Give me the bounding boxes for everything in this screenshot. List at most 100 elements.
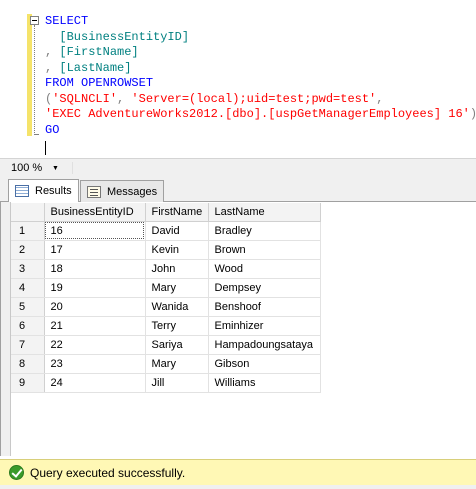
chevron-down-icon[interactable]: ▼ [52, 165, 59, 172]
row-number-cell[interactable]: 3 [11, 259, 45, 279]
column-header-firstname[interactable]: FirstName [145, 203, 209, 222]
grid-cell[interactable]: Bradley [208, 221, 321, 241]
row-number-cell[interactable]: 5 [11, 297, 45, 317]
row-number-cell[interactable]: 6 [11, 316, 45, 336]
grid-cell[interactable]: Sariya [145, 335, 209, 355]
grid-cell[interactable]: 16 [44, 221, 146, 241]
sql-editor[interactable]: SELECT [BusinessEntityID], [FirstName], … [0, 0, 476, 158]
table-row[interactable]: 9 24 Jill Williams [11, 373, 321, 393]
tab-messages-label: Messages [107, 185, 158, 198]
code-token: SELECT [45, 14, 89, 28]
grid-cell[interactable]: Terry [145, 316, 209, 336]
grid-cell[interactable]: Mary [145, 278, 209, 298]
code-line: , [FirstName] [45, 45, 476, 61]
code-token: , [45, 45, 60, 59]
code-line: FROM OPENROWSET [45, 76, 476, 92]
code-token: 'SQLNCLI' [52, 91, 118, 106]
grid-cell[interactable]: Hampadoungsataya [208, 335, 321, 355]
row-number-cell[interactable]: 2 [11, 240, 45, 260]
grid-cell[interactable]: Dempsey [208, 278, 321, 298]
grid-cell[interactable]: 17 [44, 240, 146, 260]
grid-cell[interactable]: 18 [44, 259, 146, 279]
grid-cell[interactable]: David [145, 221, 209, 241]
editor-margin [0, 0, 27, 158]
row-number-cell[interactable]: 1 [11, 221, 45, 241]
grid-cell[interactable]: Wanida [145, 297, 209, 317]
code-token: , [376, 91, 384, 106]
grid-cell[interactable]: 21 [44, 316, 146, 336]
code-token: [FirstName] [59, 45, 139, 59]
table-row[interactable]: 6 21 Terry Eminhizer [11, 316, 321, 336]
messages-icon [87, 185, 101, 198]
code-line: ('SQLNCLI', 'Server=(local);uid=test;pwd… [45, 92, 476, 108]
results-grid-area[interactable]: BusinessEntityID FirstName LastName 1 16 D… [0, 202, 476, 456]
zoom-bar: 100 % ▼ [0, 158, 476, 176]
horizontal-scrollbar[interactable] [72, 162, 476, 174]
tab-messages[interactable]: Messages [80, 180, 165, 202]
code-token: [BusinessEntityID] [45, 29, 190, 44]
code-token: GO [45, 122, 60, 137]
code-token: [LastName] [59, 60, 132, 75]
table-row[interactable]: 4 19 Mary Dempsey [11, 278, 321, 298]
table-row[interactable]: 3 18 John Wood [11, 259, 321, 279]
column-header-businessentityid[interactable]: BusinessEntityID [44, 203, 146, 222]
results-tabstrip: Results Messages [0, 176, 476, 202]
code-token: , [45, 60, 60, 75]
results-grid[interactable]: BusinessEntityID FirstName LastName 1 16 D… [11, 203, 321, 393]
code-line: [BusinessEntityID] [45, 30, 476, 46]
code-line: 'EXEC AdventureWorks2012.[dbo].[uspGetMa… [45, 107, 476, 123]
bottom-edge [0, 485, 476, 489]
outline-line [34, 25, 35, 135]
grid-cell[interactable]: Benshoof [208, 297, 321, 317]
code-token: , [117, 91, 132, 106]
grid-cell[interactable]: Williams [208, 373, 321, 393]
status-bar: Query executed successfully. [0, 459, 476, 485]
table-row[interactable]: 5 20 Wanida Benshoof [11, 297, 321, 317]
code-token: ); [470, 107, 476, 121]
code-line: GO [45, 123, 476, 139]
row-number-header[interactable] [11, 203, 45, 222]
status-message: Query executed successfully. [30, 465, 186, 480]
sql-code[interactable]: SELECT [BusinessEntityID], [FirstName], … [45, 14, 476, 138]
row-number-cell[interactable]: 9 [11, 373, 45, 393]
row-number-cell[interactable]: 8 [11, 354, 45, 374]
table-row[interactable]: 8 23 Mary Gibson [11, 354, 321, 374]
grid-cell[interactable]: 23 [44, 354, 146, 374]
grid-cell[interactable]: Brown [208, 240, 321, 260]
grid-cell[interactable]: 20 [44, 297, 146, 317]
grid-cell[interactable]: 24 [44, 373, 146, 393]
collapse-icon[interactable] [30, 16, 39, 25]
code-line: SELECT [45, 14, 476, 30]
grid-cell[interactable]: 19 [44, 278, 146, 298]
column-header-lastname[interactable]: LastName [208, 203, 321, 222]
code-token: 'EXEC AdventureWorks2012.[dbo].[uspGetMa… [45, 107, 470, 121]
row-number-cell[interactable]: 7 [11, 335, 45, 355]
tab-results[interactable]: Results [8, 179, 79, 202]
text-caret [45, 141, 46, 155]
grid-header-row: BusinessEntityID FirstName LastName [11, 203, 321, 222]
check-circle-icon [9, 465, 24, 480]
grid-icon [15, 185, 29, 197]
zoom-dropdown[interactable]: 100 % ▼ [8, 161, 66, 175]
grid-cell[interactable]: Eminhizer [208, 316, 321, 336]
grid-cell[interactable]: 22 [44, 335, 146, 355]
table-row[interactable]: 1 16 David Bradley [11, 221, 321, 241]
grid-cell[interactable]: John [145, 259, 209, 279]
code-token: FROM OPENROWSET [45, 76, 154, 90]
grid-cell[interactable]: Mary [145, 354, 209, 374]
grid-cell[interactable]: Kevin [145, 240, 209, 260]
grid-left-gutter [1, 202, 11, 456]
outline-end [34, 134, 39, 135]
table-row[interactable]: 2 17 Kevin Brown [11, 240, 321, 260]
grid-body: 1 16 David Bradley 2 17 Kevin Brown 3 18 John Wood 4… [11, 221, 321, 393]
code-line: , [LastName] [45, 61, 476, 77]
grid-cell[interactable]: Jill [145, 373, 209, 393]
tab-results-label: Results [35, 185, 72, 197]
grid-cell[interactable]: Wood [208, 259, 321, 279]
row-number-cell[interactable]: 4 [11, 278, 45, 298]
code-token: 'Server=(local);uid=test;pwd=test' [131, 91, 377, 106]
change-tracking-bar [27, 14, 32, 136]
grid-cell[interactable]: Gibson [208, 354, 321, 374]
zoom-value: 100 % [11, 162, 43, 174]
table-row[interactable]: 7 22 Sariya Hampadoungsataya [11, 335, 321, 355]
